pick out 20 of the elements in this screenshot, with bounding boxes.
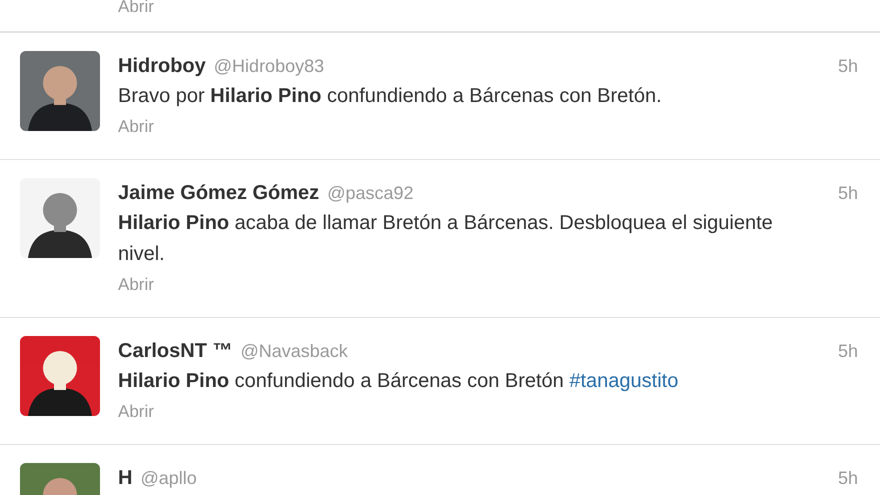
tweet-time[interactable]: 5h bbox=[838, 180, 858, 207]
tweet-time[interactable]: 5h bbox=[838, 53, 858, 80]
user-name[interactable]: H bbox=[118, 463, 132, 493]
user-handle[interactable]: @pasca92 bbox=[327, 180, 414, 207]
open-link[interactable]: Abrir bbox=[118, 112, 154, 142]
user-handle[interactable]: @Navasback bbox=[240, 338, 348, 365]
user-handle[interactable]: @apllo bbox=[140, 465, 197, 492]
user-handle[interactable]: @Hidroboy83 bbox=[214, 53, 324, 80]
hashtag-link[interactable]: #tanagustito bbox=[569, 370, 678, 392]
user-name[interactable]: CarlosNT ™ bbox=[118, 336, 232, 366]
tweet-time[interactable]: 5h bbox=[838, 338, 858, 365]
user-name[interactable]: Jaime Gómez Gómez bbox=[118, 178, 320, 208]
user-name[interactable]: Hidroboy bbox=[118, 51, 206, 81]
tweet-text: Bravo por Hilario Pino confundiendo a Bárcenas con Bretón. bbox=[118, 84, 663, 109]
tweet-text: Hilario Pino confundiendo a Bárcenas con Bretón #tanagustito bbox=[118, 369, 680, 394]
tweet-text: Hilario Pino acaba de llamar Bretón a Bárcenas. Desbloquea el siguiente nivel. bbox=[118, 211, 774, 267]
open-link[interactable]: Abrir bbox=[118, 0, 154, 17]
tweet-time[interactable]: 5h bbox=[838, 465, 858, 492]
open-link[interactable]: Abrir bbox=[118, 397, 154, 427]
open-link[interactable]: Abrir bbox=[118, 270, 154, 300]
